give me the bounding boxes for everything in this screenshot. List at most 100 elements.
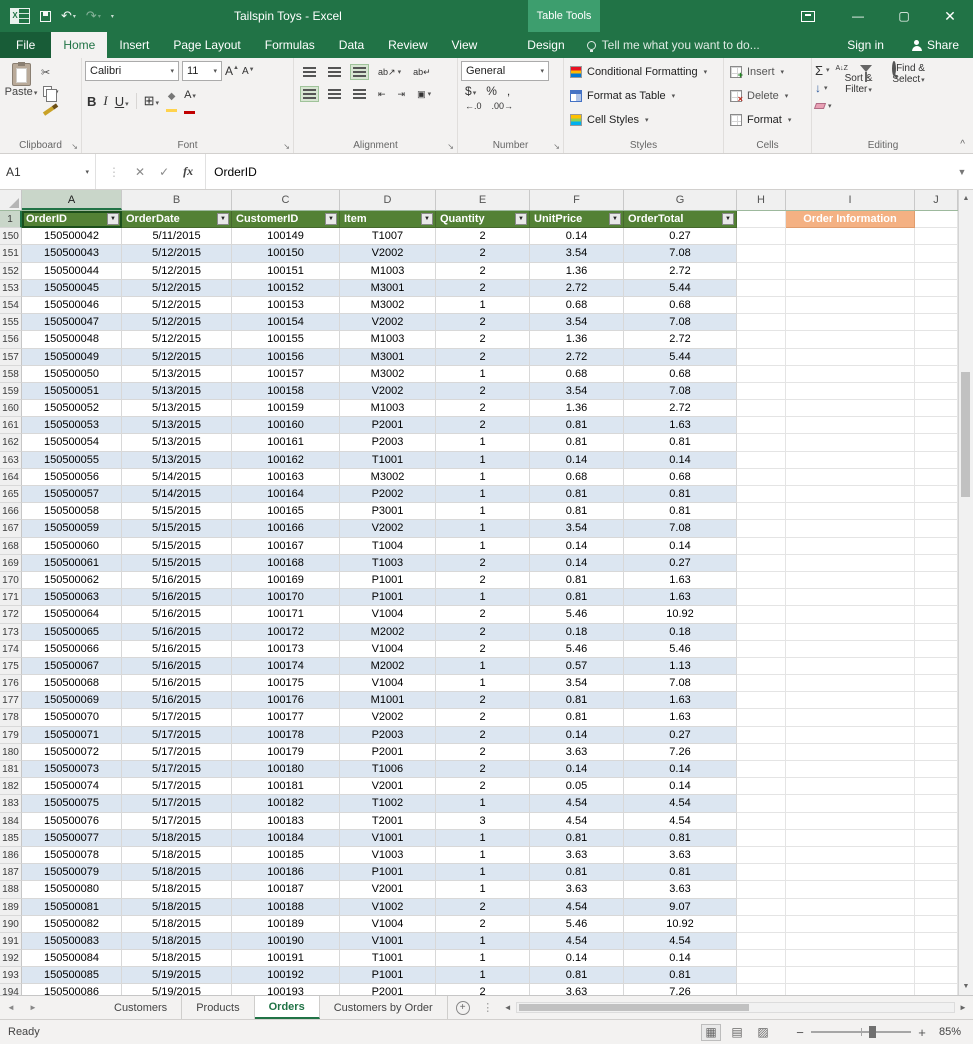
- table-header-cell-item[interactable]: Item ▼: [340, 211, 436, 229]
- cell[interactable]: 1: [436, 468, 530, 486]
- column-header-H[interactable]: H: [737, 190, 786, 210]
- cell[interactable]: V1004: [340, 675, 436, 693]
- orientation-dropdown-icon[interactable]: ▾: [398, 68, 402, 76]
- row-header-184[interactable]: 184: [0, 812, 22, 830]
- insert-cells-button[interactable]: + Insert ▾: [727, 61, 808, 82]
- cell[interactable]: [737, 932, 786, 951]
- tab-view[interactable]: View: [440, 32, 490, 58]
- cell[interactable]: 0.14: [530, 554, 624, 572]
- filter-button[interactable]: ▼: [722, 213, 734, 225]
- cell[interactable]: 150500078: [22, 846, 122, 865]
- align-left-button[interactable]: [300, 86, 319, 102]
- decrease-decimal-button[interactable]: .00→: [492, 101, 514, 111]
- cell[interactable]: [737, 486, 786, 504]
- cell[interactable]: P1001: [340, 589, 436, 607]
- cell[interactable]: [915, 675, 958, 693]
- table-header-cell-ordertotal[interactable]: OrderTotal ▼: [624, 211, 737, 229]
- cell[interactable]: [915, 795, 958, 813]
- scroll-up-icon[interactable]: ▲: [959, 190, 973, 207]
- row-header-1[interactable]: 1: [0, 211, 22, 229]
- cell[interactable]: [737, 829, 786, 847]
- cell[interactable]: 0.81: [530, 829, 624, 847]
- cell[interactable]: 2: [436, 640, 530, 658]
- cell[interactable]: 1: [436, 486, 530, 504]
- insert-function-icon[interactable]: fx: [183, 164, 193, 179]
- cell[interactable]: 5/13/2015: [122, 434, 232, 452]
- merge-center-button[interactable]: ▣ ▾: [415, 87, 433, 102]
- cell[interactable]: 150500052: [22, 400, 122, 418]
- column-header-B[interactable]: B: [122, 190, 232, 210]
- tab-page-layout[interactable]: Page Layout: [161, 32, 252, 58]
- cell[interactable]: [786, 296, 915, 315]
- cell[interactable]: 100185: [232, 846, 340, 865]
- cell[interactable]: 100186: [232, 864, 340, 882]
- cell[interactable]: [915, 417, 958, 435]
- cell[interactable]: 100158: [232, 382, 340, 401]
- cell[interactable]: 0.81: [530, 434, 624, 452]
- cell[interactable]: 100169: [232, 571, 340, 590]
- row-header-174[interactable]: 174: [0, 640, 22, 658]
- row-header-152[interactable]: 152: [0, 262, 22, 280]
- cell[interactable]: 3.63: [530, 881, 624, 899]
- cell[interactable]: [737, 245, 786, 263]
- row-header-180[interactable]: 180: [0, 743, 22, 761]
- cell[interactable]: P2002: [340, 486, 436, 504]
- cut-button[interactable]: ✂: [41, 65, 78, 80]
- cell[interactable]: [737, 589, 786, 607]
- format-cells-button[interactable]: Format ▾: [727, 109, 808, 130]
- filter-button[interactable]: ▼: [217, 213, 229, 225]
- cell[interactable]: 5.46: [530, 640, 624, 658]
- cell[interactable]: [915, 692, 958, 710]
- expand-formula-bar-icon[interactable]: ▼: [951, 154, 973, 189]
- cell[interactable]: [737, 915, 786, 933]
- cell[interactable]: 2: [436, 314, 530, 332]
- cell[interactable]: 150500080: [22, 881, 122, 899]
- cell[interactable]: 150500048: [22, 331, 122, 349]
- cell[interactable]: V2001: [340, 778, 436, 796]
- cell[interactable]: [786, 262, 915, 280]
- cell[interactable]: P2003: [340, 726, 436, 744]
- cell[interactable]: 100167: [232, 537, 340, 555]
- find-select-button[interactable]: Find & Select▾: [886, 61, 932, 113]
- cell[interactable]: 0.81: [624, 864, 737, 882]
- cell[interactable]: [915, 434, 958, 452]
- cell[interactable]: P2003: [340, 434, 436, 452]
- cell[interactable]: 4.54: [624, 932, 737, 951]
- cell[interactable]: 150500049: [22, 348, 122, 366]
- cell[interactable]: 5/18/2015: [122, 915, 232, 933]
- cell[interactable]: [915, 262, 958, 280]
- cell[interactable]: 100181: [232, 778, 340, 796]
- cell[interactable]: M3002: [340, 296, 436, 315]
- cell[interactable]: 2: [436, 726, 530, 744]
- cell[interactable]: 100153: [232, 296, 340, 315]
- cell[interactable]: 100176: [232, 692, 340, 710]
- cell[interactable]: [915, 571, 958, 590]
- row-header-170[interactable]: 170: [0, 571, 22, 590]
- cell[interactable]: 150500083: [22, 932, 122, 951]
- cell[interactable]: 150500046: [22, 296, 122, 315]
- cell[interactable]: 4.54: [530, 932, 624, 951]
- cell[interactable]: 0.68: [530, 296, 624, 315]
- cell[interactable]: 0.81: [530, 709, 624, 727]
- cell[interactable]: 1: [436, 829, 530, 847]
- cell[interactable]: [915, 245, 958, 263]
- cell[interactable]: V1004: [340, 640, 436, 658]
- percent-style-button[interactable]: %: [486, 84, 497, 98]
- sheet-tab-orders[interactable]: Orders: [254, 996, 320, 1019]
- cell[interactable]: 5/12/2015: [122, 262, 232, 280]
- cell[interactable]: M3002: [340, 468, 436, 486]
- row-header-175[interactable]: 175: [0, 657, 22, 676]
- cell[interactable]: 2.72: [624, 400, 737, 418]
- cell[interactable]: 150500061: [22, 554, 122, 572]
- cell[interactable]: 3.54: [530, 520, 624, 538]
- cell[interactable]: [915, 984, 958, 995]
- cell[interactable]: [786, 778, 915, 796]
- cell[interactable]: 150500042: [22, 228, 122, 246]
- increase-decimal-button[interactable]: ←.0: [465, 101, 482, 111]
- cell[interactable]: 0.18: [530, 623, 624, 641]
- cell[interactable]: [786, 761, 915, 779]
- cell[interactable]: 5/16/2015: [122, 675, 232, 693]
- cell[interactable]: [786, 950, 915, 968]
- font-dialog-launcher-icon[interactable]: ↘: [283, 142, 290, 151]
- cell[interactable]: 150500054: [22, 434, 122, 452]
